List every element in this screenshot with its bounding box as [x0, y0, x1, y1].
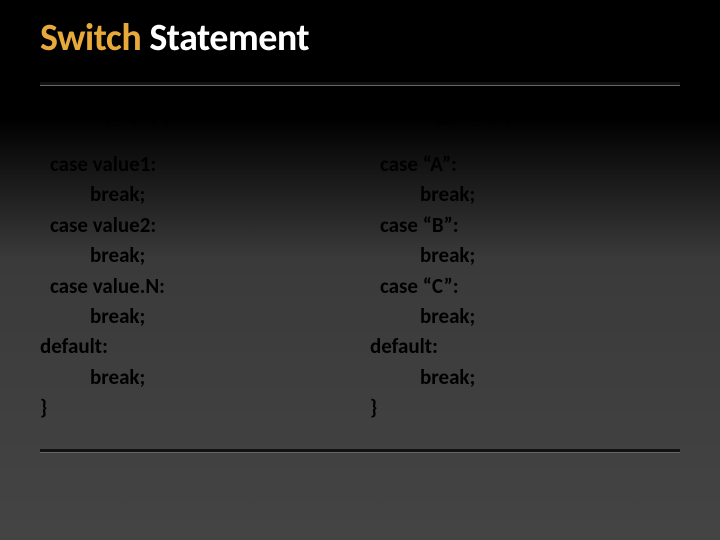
code-body-left: case value1:break;case value2:break;case…	[40, 149, 350, 423]
code-line: break;	[370, 240, 680, 270]
code-header-right: switch (grade) {	[370, 100, 680, 127]
code-line: break;	[40, 179, 350, 209]
title-word-1: Switch	[40, 15, 141, 61]
divider-top	[40, 82, 680, 86]
slide-title: Switch Statement	[40, 18, 680, 60]
title-word-2: Statement	[141, 15, 309, 61]
code-line: case value2:	[40, 210, 350, 240]
divider-bottom	[40, 449, 680, 453]
code-line: break;	[40, 301, 350, 331]
code-line: case value.N:	[40, 271, 350, 301]
code-body-right: case “A”:break;case “B”:break;case “C”:b…	[370, 149, 680, 423]
columns: switch (expr) { case value1:break;case v…	[40, 100, 680, 423]
code-header-left: switch (expr) {	[40, 100, 350, 127]
code-line: break;	[370, 301, 680, 331]
code-line: break;	[370, 362, 680, 392]
code-line: break;	[40, 362, 350, 392]
code-line: default:	[40, 331, 350, 361]
code-line: case “B”:	[370, 210, 680, 240]
code-line: case value1:	[40, 149, 350, 179]
code-line: break;	[40, 240, 350, 270]
code-line: default:	[370, 331, 680, 361]
code-line: break;	[370, 179, 680, 209]
code-line: case “C”:	[370, 271, 680, 301]
slide: Switch Statement switch (expr) { case va…	[0, 0, 720, 540]
code-line: case “A”:	[370, 149, 680, 179]
code-line: }	[40, 392, 350, 422]
column-right: switch (grade) { case “A”:break;case “B”…	[370, 100, 680, 423]
column-left: switch (expr) { case value1:break;case v…	[40, 100, 350, 423]
code-line: }	[370, 392, 680, 422]
